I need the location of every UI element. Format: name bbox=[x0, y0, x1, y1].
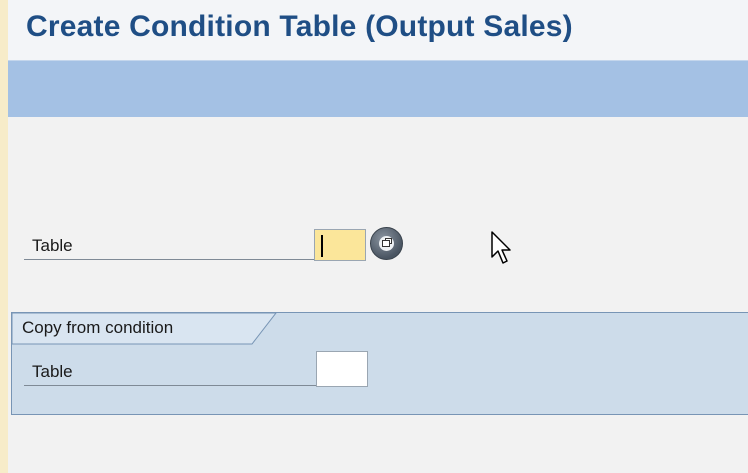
page-title: Create Condition Table (Output Sales) bbox=[26, 10, 573, 43]
application-toolbar bbox=[8, 60, 748, 118]
copy-from-condition-group: Copy from condition Table bbox=[11, 312, 748, 415]
table-field-label: Table bbox=[32, 236, 73, 255]
main-content: Table Copy from condition Table bbox=[8, 117, 748, 473]
text-caret bbox=[321, 235, 323, 257]
copy-table-field-label: Table bbox=[32, 362, 73, 381]
copy-table-input[interactable] bbox=[316, 351, 368, 387]
title-bar: Create Condition Table (Output Sales) bbox=[8, 0, 748, 60]
table-field-row: Table bbox=[24, 232, 318, 260]
mouse-pointer-icon bbox=[491, 231, 513, 270]
field-label-underline bbox=[24, 385, 318, 386]
value-help-icon-glyph-front bbox=[382, 240, 390, 247]
table-input[interactable] bbox=[314, 229, 366, 261]
group-box-title: Copy from condition bbox=[22, 318, 174, 337]
copy-table-field-row: Table bbox=[24, 358, 318, 386]
field-label-underline bbox=[24, 259, 318, 260]
value-help-icon-face bbox=[379, 236, 394, 251]
value-help-icon[interactable] bbox=[370, 227, 403, 260]
